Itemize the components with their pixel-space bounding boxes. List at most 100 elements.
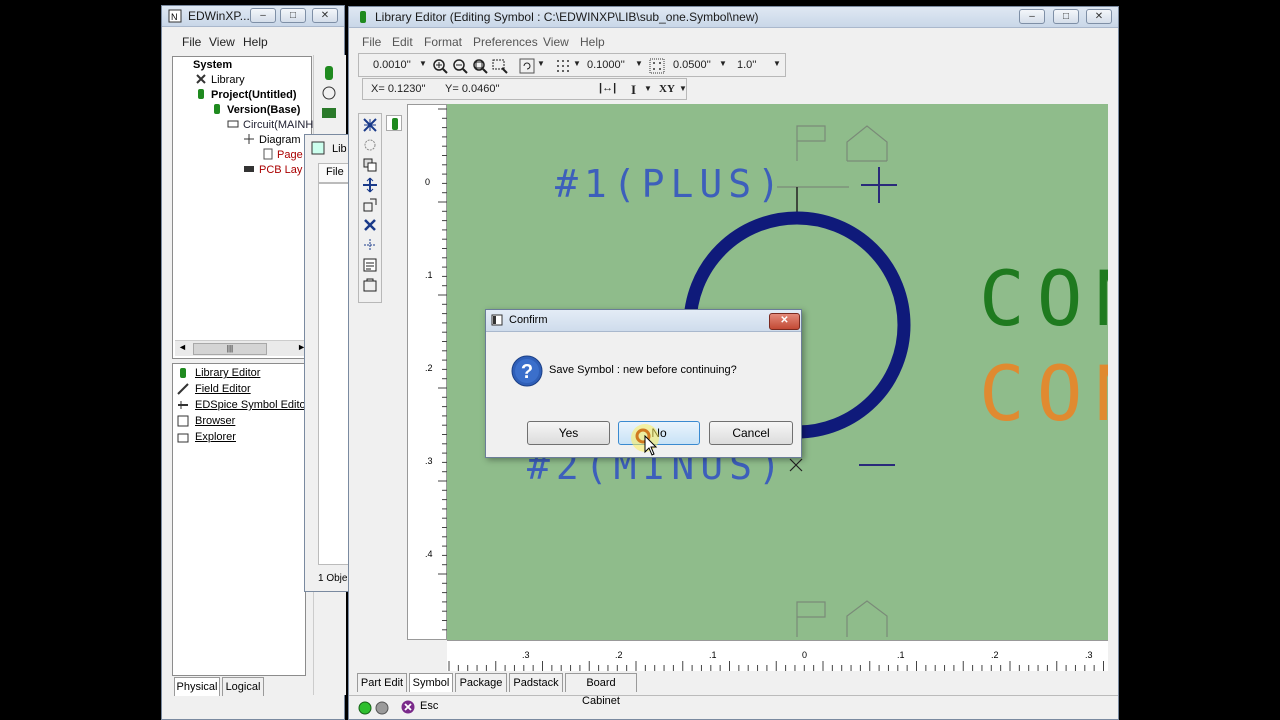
tree-version[interactable]: Version(Base): [227, 104, 300, 116]
escape-label: Esc: [420, 700, 439, 712]
menu-help[interactable]: Help: [580, 35, 605, 49]
library-editor-icon: [180, 368, 186, 378]
vruler-label-1: .1: [425, 270, 433, 280]
confirm-titlebar[interactable]: Confirm ✕: [486, 310, 801, 332]
select-tool-icon[interactable]: [362, 117, 378, 133]
move-tool-icon[interactable]: [362, 177, 378, 193]
mirror-tool-icon[interactable]: [362, 237, 378, 253]
text-tool-dropdown-arrow[interactable]: ▼: [644, 84, 652, 93]
step-size-select[interactable]: 0.0500'': [673, 59, 711, 71]
zoom-area-icon[interactable]: [492, 58, 508, 74]
coordinate-bar: X= 0.1230'' Y= 0.0460'' |↔| I ▼ XY ▼: [362, 78, 687, 100]
editor-tabs: Part Edit Symbol Package Padstack Board …: [357, 673, 657, 707]
dialog-close-button[interactable]: ✕: [769, 313, 800, 330]
component-icon[interactable]: [321, 85, 337, 101]
tab-symbol[interactable]: Symbol: [409, 673, 453, 692]
redraw-dropdown-arrow[interactable]: ▼: [537, 59, 545, 68]
tab-part-edit[interactable]: Part Edit: [357, 673, 407, 692]
tool-label: Field Editor: [195, 383, 251, 395]
tools-list: Library Editor Field Editor EDSpice Symb…: [172, 363, 309, 676]
grid-size-select[interactable]: 0.0010'': [373, 59, 411, 71]
version-icon: [214, 104, 220, 114]
x-coordinate: X= 0.1230'': [371, 83, 426, 95]
tree-hscrollbar[interactable]: ◄ ||| ►: [175, 340, 309, 356]
connector-value-text[interactable]: CON: [979, 349, 1108, 438]
resize-tool-icon[interactable]: [362, 197, 378, 213]
menu-view[interactable]: View: [209, 35, 235, 49]
minimize-button[interactable]: –: [250, 8, 276, 23]
edwin-app-icon: N: [168, 9, 182, 23]
attributes-tool-icon[interactable]: [362, 277, 378, 293]
dialog-app-icon: [491, 314, 503, 326]
redraw-icon[interactable]: [519, 58, 535, 74]
menu-edit[interactable]: Edit: [392, 35, 413, 49]
project-tree[interactable]: System Library Project(Untitled) Version…: [172, 56, 316, 359]
line-width-dropdown-arrow[interactable]: ▼: [773, 59, 781, 68]
lib-window-icon: [311, 141, 325, 155]
yes-button[interactable]: Yes: [527, 421, 610, 445]
copy-tool-icon[interactable]: [362, 157, 378, 173]
tab-padstack[interactable]: Padstack: [509, 673, 563, 692]
menu-format[interactable]: Format: [424, 35, 462, 49]
grid-dots-icon[interactable]: [555, 58, 571, 74]
snap-size-select[interactable]: 0.1000'': [587, 59, 625, 71]
text-cursor-tool[interactable]: I: [631, 82, 636, 98]
tree-project[interactable]: Project(Untitled): [211, 89, 297, 101]
scroll-thumb[interactable]: |||: [193, 343, 267, 355]
xy-dropdown-arrow[interactable]: ▼: [679, 84, 687, 93]
menu-preferences[interactable]: Preferences: [473, 35, 538, 49]
step-dropdown-arrow[interactable]: ▼: [719, 59, 727, 68]
maximize-button[interactable]: □: [1053, 9, 1079, 24]
connector-name-text[interactable]: CON: [979, 254, 1108, 343]
snap-grid-icon[interactable]: [649, 58, 665, 74]
tab-physical[interactable]: Physical: [174, 677, 220, 696]
tree-pcb[interactable]: PCB Lay: [259, 164, 302, 176]
delete-tool-icon[interactable]: [362, 217, 378, 233]
zoom-out-icon[interactable]: [452, 58, 468, 74]
menu-help[interactable]: Help: [243, 35, 268, 49]
tab-logical[interactable]: Logical: [222, 677, 264, 696]
lib-window-title: Lib: [332, 143, 347, 155]
zoom-fit-icon[interactable]: [472, 58, 488, 74]
menu-file[interactable]: File: [362, 35, 381, 49]
rotate-tool-icon[interactable]: [362, 137, 378, 153]
tree-system[interactable]: System: [193, 59, 232, 71]
grid-dropdown-arrow[interactable]: ▼: [419, 59, 427, 68]
menu-view[interactable]: View: [543, 35, 569, 49]
browser-icon: [177, 415, 189, 427]
minimize-button[interactable]: –: [1019, 9, 1045, 24]
measure-width-icon[interactable]: |↔|: [599, 82, 616, 94]
tab-board-cabinet[interactable]: Board Cabinet: [565, 673, 637, 707]
cancel-button[interactable]: Cancel: [709, 421, 793, 445]
tab-package[interactable]: Package: [455, 673, 507, 692]
tree-page[interactable]: Page: [277, 149, 303, 161]
pcb-icon: [244, 166, 254, 172]
horizontal-ruler: .3 .2 .1 0 .1 .2 .3: [447, 640, 1108, 671]
tree-diagram[interactable]: Diagram: [259, 134, 301, 146]
close-button[interactable]: ✕: [312, 8, 338, 23]
snap-dropdown-arrow[interactable]: ▼: [635, 59, 643, 68]
library-editor-titlebar[interactable]: Library Editor (Editing Symbol : C:\EDWI…: [349, 7, 1118, 28]
edwinxp-titlebar[interactable]: N EDWinXP... – □ ✕: [162, 6, 344, 27]
library-window-background: Lib File 1 Obje: [304, 134, 350, 592]
add-part-icon[interactable]: [386, 115, 402, 131]
tree-circuit[interactable]: Circuit(MAINHI: [243, 119, 316, 131]
lib-menu-file[interactable]: File: [326, 166, 344, 178]
scroll-left-arrow[interactable]: ◄: [178, 342, 187, 352]
escape-button[interactable]: Esc: [401, 698, 443, 716]
xy-mode-select[interactable]: XY: [659, 83, 675, 95]
pin-name-outline-top: [777, 125, 888, 188]
grid-dots-dropdown-arrow[interactable]: ▼: [573, 59, 581, 68]
properties-tool-icon[interactable]: [362, 257, 378, 273]
line-width-select[interactable]: 1.0'': [737, 59, 757, 71]
pin1-label[interactable]: #1(PLUS): [555, 162, 786, 206]
board-icon[interactable]: [321, 105, 337, 121]
green-part-icon[interactable]: [321, 65, 337, 81]
close-button[interactable]: ✕: [1086, 9, 1112, 24]
tree-library[interactable]: Library: [211, 74, 245, 86]
canvas-vscrollbar[interactable]: [1108, 104, 1118, 640]
menu-file[interactable]: File: [182, 35, 201, 49]
maximize-button[interactable]: □: [280, 8, 306, 23]
drawing-tool-palette: [358, 113, 382, 303]
zoom-in-icon[interactable]: [432, 58, 448, 74]
